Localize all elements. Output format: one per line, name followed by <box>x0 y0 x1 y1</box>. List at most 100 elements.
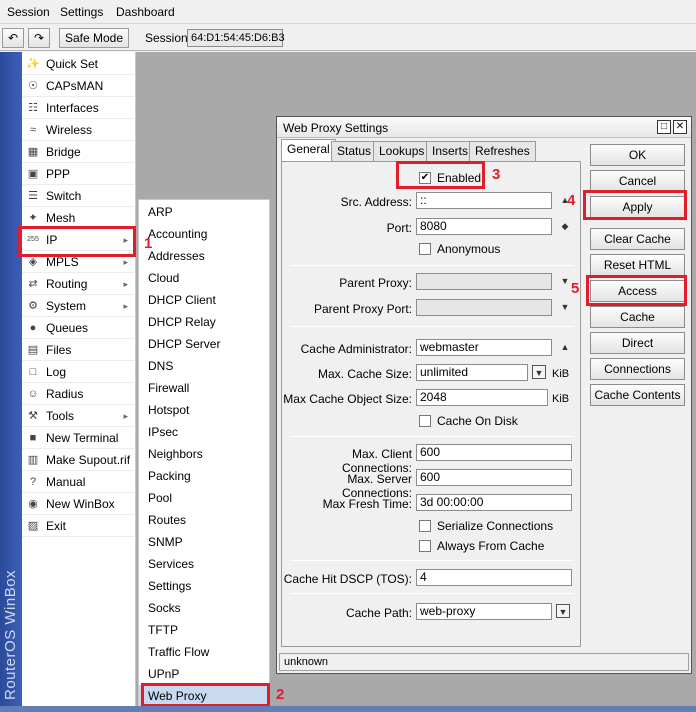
submenu-item-dns[interactable]: DNS <box>139 355 269 377</box>
tab-status[interactable]: Status <box>331 141 378 161</box>
left-menu-item-system[interactable]: ⚙ System ▸ <box>22 295 134 317</box>
cache-contents-button[interactable]: Cache Contents <box>590 384 685 406</box>
annotation-1: 1 <box>144 235 153 252</box>
left-menu-item-make-supout[interactable]: ▥ Make Supout.rif <box>22 449 134 471</box>
chevron-down-icon[interactable]: ▼ <box>558 274 572 288</box>
chevron-down-icon[interactable]: ▼ <box>558 300 572 314</box>
left-menu-item-switch[interactable]: ☰ Switch <box>22 185 134 207</box>
tab-lookups[interactable]: Lookups <box>373 141 431 161</box>
maximize-button[interactable]: □ <box>657 120 671 134</box>
always-from-cache-checkbox[interactable] <box>419 540 431 552</box>
submenu-item-cloud[interactable]: Cloud <box>139 267 269 289</box>
chevron-down-icon[interactable]: ▼ <box>556 604 570 618</box>
tab-refreshes[interactable]: Refreshes <box>469 141 536 161</box>
max-server-connections-input[interactable]: 600 <box>416 469 572 486</box>
left-menu-item-exit[interactable]: ▨ Exit <box>22 515 134 537</box>
submenu-item-dhcp-server[interactable]: DHCP Server <box>139 333 269 355</box>
submenu-item-addresses[interactable]: Addresses <box>139 245 269 267</box>
highlight-access <box>586 275 687 306</box>
clear-cache-button[interactable]: Clear Cache <box>590 228 685 250</box>
left-menu-item-new-terminal[interactable]: ■ New Terminal <box>22 427 134 449</box>
reset-html-button[interactable]: Reset HTML <box>590 254 685 276</box>
left-menu-item-interfaces[interactable]: ☷ Interfaces <box>22 97 134 119</box>
highlight-apply <box>583 190 687 220</box>
safe-mode-button[interactable]: Safe Mode <box>59 28 129 48</box>
tab-inserts[interactable]: Inserts <box>426 141 475 161</box>
left-menu-item-radius[interactable]: ☺ Radius <box>22 383 134 405</box>
redo-button[interactable]: ↷ <box>28 28 50 48</box>
help-icon: ? <box>29 476 37 488</box>
submenu-item-firewall[interactable]: Firewall <box>139 377 269 399</box>
submenu-item-snmp[interactable]: SNMP <box>139 531 269 553</box>
left-menu-item-quick-set[interactable]: ✨ Quick Set <box>22 53 134 75</box>
left-menu-item-capsman[interactable]: ☉ CAPsMAN <box>22 75 134 97</box>
submenu-item-settings[interactable]: Settings <box>139 575 269 597</box>
cache-admin-input[interactable]: webmaster <box>416 339 552 356</box>
anonymous-checkbox[interactable] <box>419 243 431 255</box>
session-value: 64:D1:54:45:D6:B3 <box>187 29 285 47</box>
folder-icon: ▤ <box>27 344 39 356</box>
submenu-item-accounting[interactable]: Accounting <box>139 223 269 245</box>
toolbar: ↶ ↷ Safe Mode Session: 64:D1:54:45:D6:B3 <box>0 25 696 51</box>
cache-button[interactable]: Cache <box>590 306 685 328</box>
submenu-item-neighbors[interactable]: Neighbors <box>139 443 269 465</box>
separator <box>290 560 574 561</box>
left-menu-item-manual[interactable]: ? Manual <box>22 471 134 493</box>
submenu-item-arp[interactable]: ARP <box>139 201 269 223</box>
submenu-item-pool[interactable]: Pool <box>139 487 269 509</box>
port-input[interactable]: 8080 <box>416 218 552 235</box>
left-menu-item-new-winbox[interactable]: ◉ New WinBox <box>22 493 134 515</box>
ok-button[interactable]: OK <box>590 144 685 166</box>
parent-proxy-input[interactable] <box>416 273 552 290</box>
updown-icon[interactable]: ◆ <box>558 219 572 233</box>
submenu-item-ipsec[interactable]: IPsec <box>139 421 269 443</box>
undo-button[interactable]: ↶ <box>2 28 24 48</box>
max-cache-size-select[interactable]: unlimited <box>416 364 528 381</box>
menu-session[interactable]: Session <box>7 5 50 19</box>
left-menu-item-wireless[interactable]: ≈ Wireless <box>22 119 134 141</box>
max-client-connections-input[interactable]: 600 <box>416 444 572 461</box>
max-cache-object-size-input[interactable]: 2048 <box>416 389 548 406</box>
queues-icon: ● <box>29 322 37 334</box>
chevron-down-icon[interactable]: ▼ <box>532 365 546 379</box>
submenu-item-services[interactable]: Services <box>139 553 269 575</box>
tab-general[interactable]: General <box>281 139 336 161</box>
max-fresh-time-input[interactable]: 3d 00:00:00 <box>416 494 572 511</box>
cache-on-disk-checkbox[interactable] <box>419 415 431 427</box>
direct-button[interactable]: Direct <box>590 332 685 354</box>
submenu-item-dhcp-relay[interactable]: DHCP Relay <box>139 311 269 333</box>
submenu-item-hotspot[interactable]: Hotspot <box>139 399 269 421</box>
connections-button[interactable]: Connections <box>590 358 685 380</box>
submenu-item-socks[interactable]: Socks <box>139 597 269 619</box>
redo-icon: ↷ <box>33 31 45 45</box>
menu-dashboard[interactable]: Dashboard <box>116 5 175 19</box>
max-fresh-time-label: Max Fresh Time: <box>322 497 412 511</box>
log-icon: □ <box>29 366 37 378</box>
cancel-button[interactable]: Cancel <box>590 170 685 192</box>
left-menu-item-files[interactable]: ▤ Files <box>22 339 134 361</box>
left-menu-item-queues[interactable]: ● Queues <box>22 317 134 339</box>
serialize-connections-checkbox[interactable] <box>419 520 431 532</box>
submenu-item-packing[interactable]: Packing <box>139 465 269 487</box>
submenu-item-dhcp-client[interactable]: DHCP Client <box>139 289 269 311</box>
submenu-item-tftp[interactable]: TFTP <box>139 619 269 641</box>
src-address-input[interactable]: :: <box>416 192 552 209</box>
left-menu-item-log[interactable]: □ Log <box>22 361 134 383</box>
cache-hit-dscp-input[interactable]: 4 <box>416 569 572 586</box>
brand-text: RouterOS WinBox <box>2 569 19 700</box>
close-button[interactable]: ✕ <box>673 120 687 134</box>
cache-path-select[interactable]: web-proxy <box>416 603 552 620</box>
submenu-item-upnp[interactable]: UPnP <box>139 663 269 685</box>
mesh-icon: ✦ <box>28 212 38 224</box>
parent-proxy-port-input[interactable] <box>416 299 552 316</box>
submenu-item-routes[interactable]: Routes <box>139 509 269 531</box>
left-menu-item-bridge[interactable]: ▦ Bridge <box>22 141 134 163</box>
left-menu-item-ppp[interactable]: ▣ PPP <box>22 163 134 185</box>
chevron-up-icon[interactable]: ▲ <box>558 340 572 354</box>
left-menu-item-routing[interactable]: ⇄ Routing ▸ <box>22 273 134 295</box>
menu-settings[interactable]: Settings <box>60 5 103 19</box>
submenu-item-traffic-flow[interactable]: Traffic Flow <box>139 641 269 663</box>
dialog-titlebar[interactable]: Web Proxy Settings □ ✕ <box>277 117 691 138</box>
left-menu-item-tools[interactable]: ⚒ Tools ▸ <box>22 405 134 427</box>
wand-icon: ✨ <box>26 58 40 70</box>
